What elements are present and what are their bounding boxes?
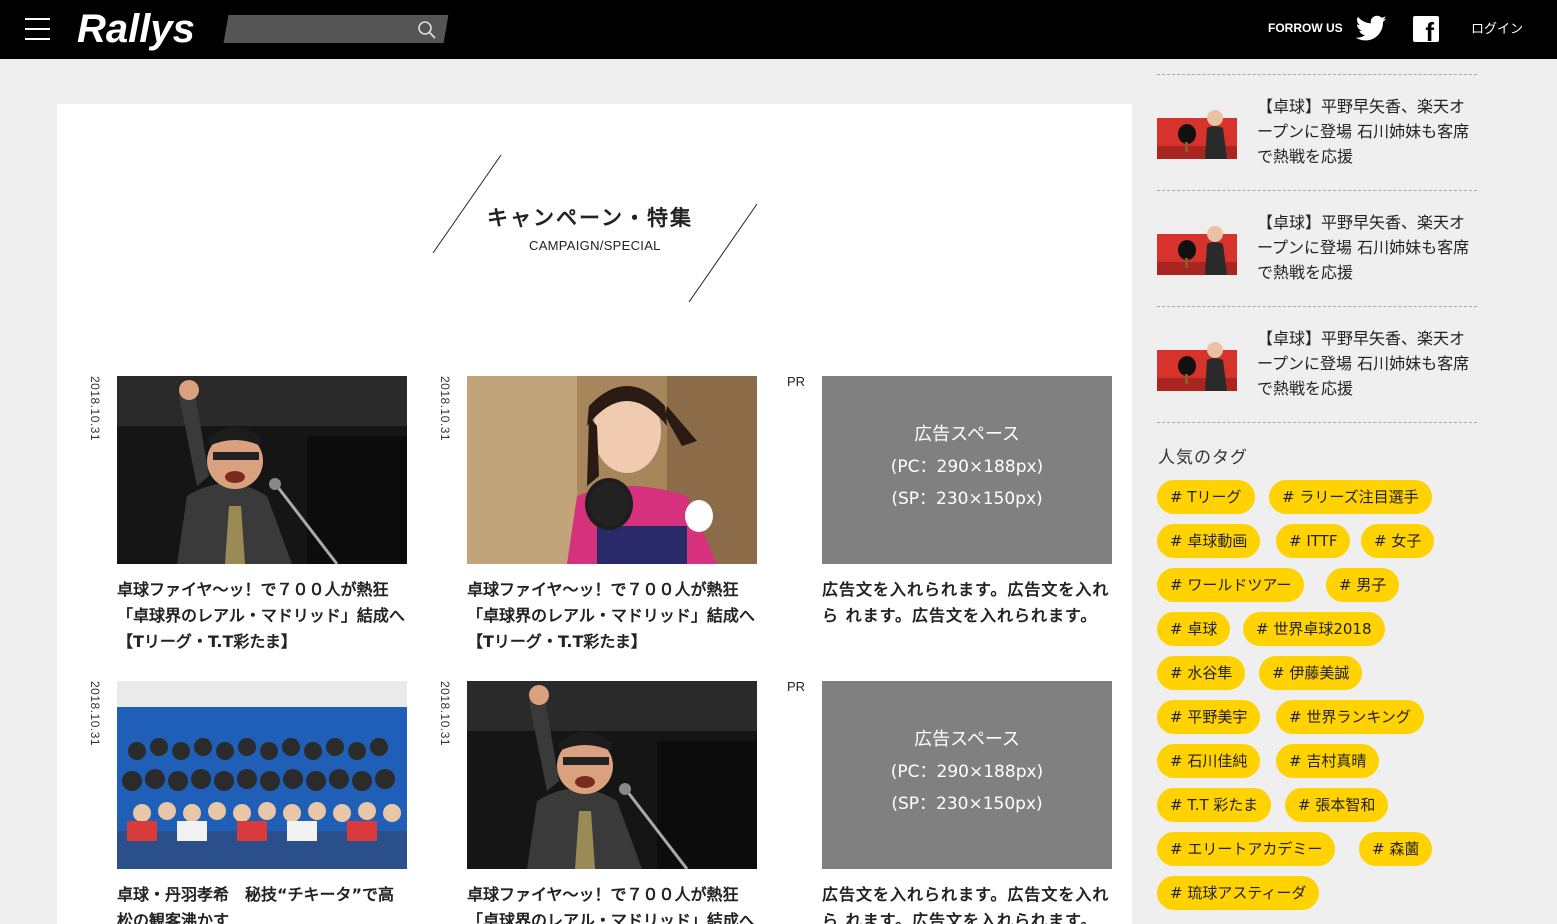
tag-chip[interactable]: # 女子 [1361, 524, 1435, 558]
tag-chip[interactable]: # 卓球動画 [1157, 524, 1261, 558]
article-thumbnail[interactable] [467, 376, 757, 564]
pr-label: PR [787, 374, 806, 389]
tag-chip[interactable]: # 水谷隼 [1157, 656, 1246, 690]
ad-space[interactable]: 広告スペース (PC：290×188px) (SP：230×150px) [822, 376, 1112, 564]
sidebar-article-thumbnail[interactable] [1157, 96, 1237, 159]
article-thumbnail[interactable] [467, 681, 757, 869]
ad-space[interactable]: 広告スペース (PC：290×188px) (SP：230×150px) [822, 681, 1112, 869]
follow-us-label: FORROW US [1268, 21, 1343, 35]
tag-chip[interactable]: # 森薗 [1359, 832, 1433, 866]
tag-chip[interactable]: # 琉球アスティーダ [1157, 876, 1320, 910]
popular-tags-title: 人気のタグ [1158, 448, 1248, 468]
tag-chip[interactable]: # 卓球 [1157, 612, 1231, 646]
search-box[interactable] [223, 15, 449, 43]
tag-chip[interactable]: # 世界ランキング [1276, 700, 1424, 734]
article-date: 2018.10.31 [438, 681, 452, 747]
login-link[interactable]: ログイン [1471, 18, 1523, 37]
sidebar-article-title[interactable]: 【卓球】平野早矢香、楽天オープンに登場 石川姉妹も客席で熱戦を応援 [1257, 326, 1479, 401]
tag-chip[interactable]: # Tリーグ [1157, 480, 1255, 514]
tag-chip[interactable]: # 吉村真晴 [1276, 744, 1380, 778]
article-thumbnail[interactable] [117, 681, 407, 869]
sidebar-article-thumbnail[interactable] [1157, 212, 1237, 275]
section-title: キャンペーン・特集 [487, 206, 693, 230]
ad-text[interactable]: 広告文を入れられます。広告文を入れら れます。広告文を入れられます。 [822, 882, 1114, 924]
tag-chip[interactable]: # 世界卓球2018 [1243, 612, 1385, 646]
tag-chip[interactable]: # ITTF [1276, 524, 1351, 558]
tag-chip[interactable]: # 張本智和 [1285, 788, 1389, 822]
sidebar-divider [1157, 422, 1477, 423]
sidebar-article[interactable]: 【卓球】平野早矢香、楽天オープンに登場 石川姉妹も客席で熱戦を応援 [1157, 74, 1477, 190]
section-heading: キャンペーン・特集 CAMPAIGN/SPECIAL [431, 152, 761, 302]
article-title[interactable]: 卓球・丹羽孝希 秘技“チキータ”で高松の観客沸かす [117, 882, 409, 924]
tag-chip[interactable]: # エリートアカデミー [1157, 832, 1336, 866]
article-date: 2018.10.31 [88, 681, 102, 747]
ad-text[interactable]: 広告文を入れられます。広告文を入れら れます。広告文を入れられます。 [822, 577, 1114, 629]
twitter-icon[interactable] [1356, 15, 1387, 42]
ad-size-pc: (PC：290×188px) [890, 762, 1044, 782]
ad-space-label: 広告スペース [914, 729, 1020, 750]
ad-size-pc: (PC：290×188px) [890, 457, 1044, 477]
tag-chip[interactable]: # 男子 [1326, 568, 1400, 602]
tag-chip[interactable]: # ワールドツアー [1157, 568, 1305, 602]
tag-chip[interactable]: # 伊藤美誠 [1259, 656, 1363, 690]
article-title[interactable]: 卓球ファイヤ〜ッ！で７００人が熱狂「卓球界のレアル・マドリッド」結成へ【Tリーグ… [117, 577, 409, 655]
facebook-icon[interactable]: f [1413, 16, 1439, 45]
site-logo[interactable]: Rallys [77, 6, 195, 52]
article-date: 2018.10.31 [438, 376, 452, 442]
pr-label: PR [787, 679, 806, 694]
top-header: Rallys FORROW US f ログイン [0, 0, 1557, 59]
sidebar-article-title[interactable]: 【卓球】平野早矢香、楽天オープンに登場 石川姉妹も客席で熱戦を応援 [1257, 94, 1479, 169]
article-title[interactable]: 卓球ファイヤ〜ッ！で７００人が熱狂「卓球界のレアル・マドリッド」結成へ【Tリーグ… [467, 577, 759, 655]
ad-space-label: 広告スペース [914, 424, 1020, 445]
tag-chip[interactable]: # 平野美宇 [1157, 700, 1261, 734]
ad-size-sp: (SP：230×150px) [891, 794, 1043, 814]
sidebar-article[interactable]: 【卓球】平野早矢香、楽天オープンに登場 石川姉妹も客席で熱戦を応援 [1157, 306, 1477, 422]
hamburger-menu-icon[interactable] [25, 16, 50, 42]
article-date: 2018.10.31 [88, 376, 102, 442]
tag-chip[interactable]: # T.T 彩たま [1157, 788, 1271, 822]
article-title[interactable]: 卓球ファイヤ〜ッ！で７００人が熱狂「卓球界のレアル・マドリッド」結成へ【Tリーグ… [467, 882, 759, 924]
sidebar-article-thumbnail[interactable] [1157, 328, 1237, 391]
sidebar-article-title[interactable]: 【卓球】平野早矢香、楽天オープンに登場 石川姉妹も客席で熱戦を応援 [1257, 210, 1479, 285]
ad-size-sp: (SP：230×150px) [891, 489, 1043, 509]
section-subtitle: CAMPAIGN/SPECIAL [529, 238, 661, 253]
sidebar-article[interactable]: 【卓球】平野早矢香、楽天オープンに登場 石川姉妹も客席で熱戦を応援 [1157, 190, 1477, 306]
search-input[interactable] [232, 17, 412, 41]
article-thumbnail[interactable] [117, 376, 407, 564]
tag-chip[interactable]: # 石川佳純 [1157, 744, 1261, 778]
tag-chip[interactable]: # ラリーズ注目選手 [1269, 480, 1432, 514]
search-icon[interactable] [417, 20, 437, 40]
